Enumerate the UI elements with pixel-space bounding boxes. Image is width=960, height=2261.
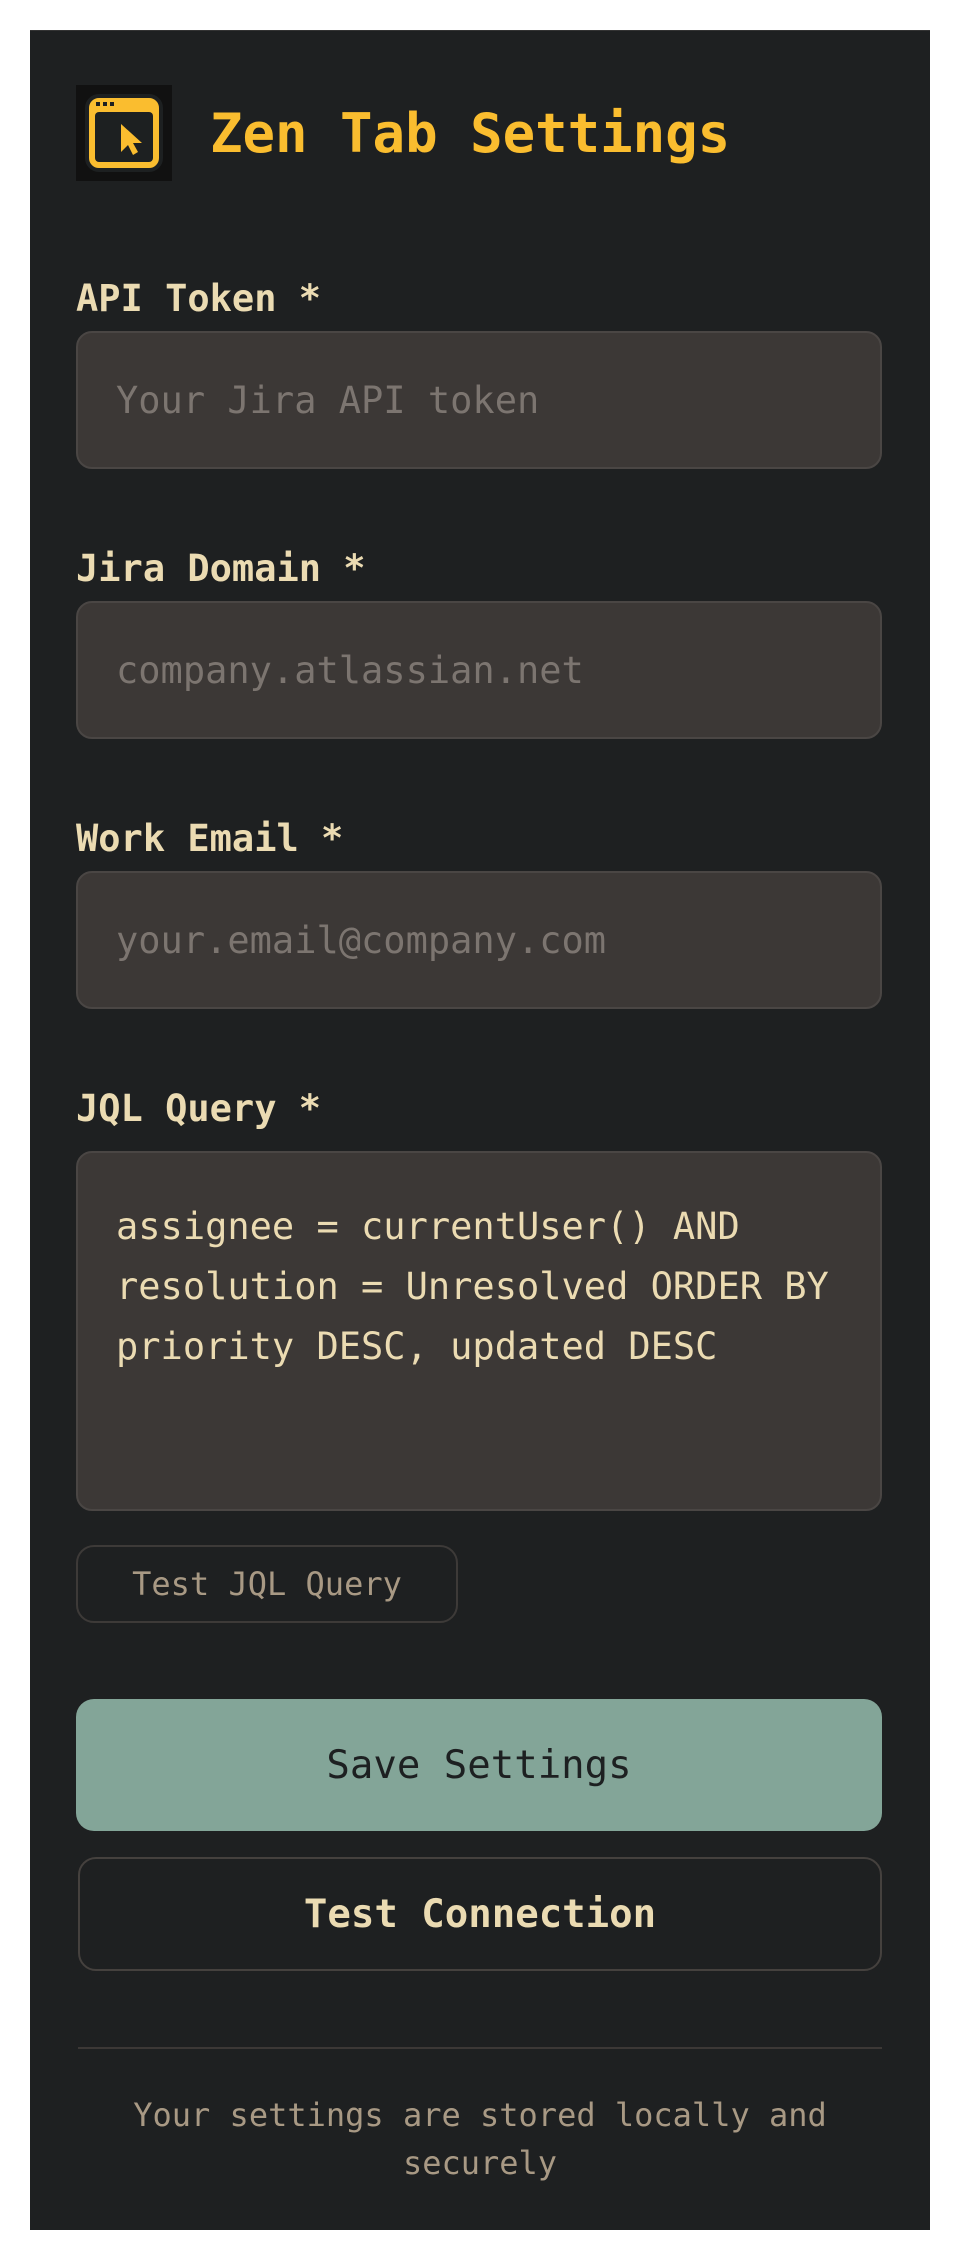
jql-query-label: JQL Query * (76, 1087, 322, 1130)
jira-domain-label: Jira Domain * (76, 547, 366, 590)
work-email-input[interactable] (78, 873, 880, 1007)
save-settings-button[interactable]: Save Settings (76, 1699, 882, 1831)
browser-cursor-icon (76, 85, 172, 181)
work-email-field-box (76, 871, 882, 1009)
jira-domain-field-box (76, 601, 882, 739)
api-token-field-box (76, 331, 882, 469)
test-connection-button[interactable]: Test Connection (78, 1857, 882, 1971)
divider (78, 2047, 882, 2049)
jql-query-field-box: assignee = currentUser() AND resolution … (76, 1151, 882, 1511)
api-token-label: API Token * (76, 277, 322, 320)
jira-domain-input[interactable] (78, 603, 880, 737)
page-title: Zen Tab Settings (210, 101, 731, 165)
header: Zen Tab Settings (76, 85, 730, 181)
footer-note: Your settings are stored locally and sec… (133, 2096, 827, 2182)
settings-panel: Zen Tab Settings API Token * Jira Domain… (30, 30, 930, 2230)
api-token-input[interactable] (78, 333, 880, 467)
work-email-label: Work Email * (76, 817, 344, 860)
test-jql-query-button[interactable]: Test JQL Query (76, 1545, 458, 1623)
jql-query-textarea[interactable]: assignee = currentUser() AND resolution … (78, 1153, 880, 1509)
